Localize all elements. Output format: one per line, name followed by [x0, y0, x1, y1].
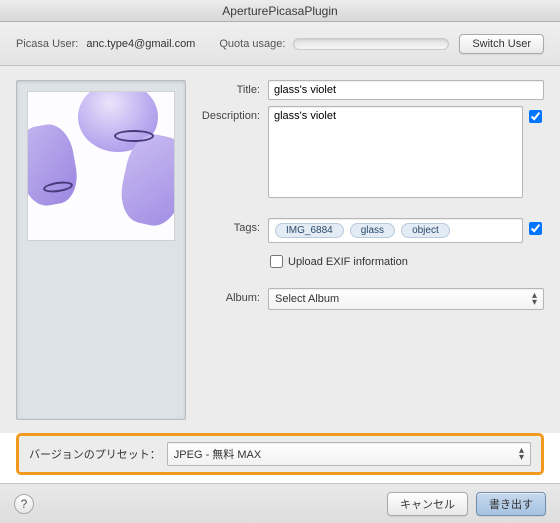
tag-token[interactable]: glass — [350, 223, 395, 238]
album-select[interactable]: Select Album ▴▾ — [268, 288, 544, 310]
album-selected-value: Select Album — [275, 293, 339, 305]
picasa-user-label: Picasa User: — [16, 38, 78, 50]
title-label: Title: — [194, 80, 268, 96]
quota-usage-bar — [293, 38, 449, 50]
version-preset-value: JPEG - 無料 MAX — [174, 446, 261, 462]
album-label: Album: — [194, 288, 268, 304]
title-input[interactable] — [268, 80, 544, 100]
titlebar: AperturePicasaPlugin — [0, 0, 560, 22]
upload-exif-checkbox[interactable] — [270, 255, 283, 268]
quota-usage-label: Quota usage: — [219, 38, 285, 50]
form-column: Title: Description: glass's violet Tags: — [194, 80, 544, 423]
description-label: Description: — [194, 106, 268, 122]
image-preview-list[interactable] — [16, 80, 186, 420]
version-preset-label: バージョンのプリセット： — [29, 446, 161, 462]
help-icon: ? — [21, 497, 28, 511]
tags-apply-checkbox[interactable] — [529, 222, 542, 235]
help-button[interactable]: ? — [14, 494, 34, 514]
tag-token[interactable]: object — [401, 223, 450, 238]
preview-thumbnail[interactable] — [27, 91, 175, 241]
switch-user-button[interactable]: Switch User — [459, 34, 544, 54]
description-apply-checkbox[interactable] — [529, 110, 542, 123]
upload-exif-label: Upload EXIF information — [288, 256, 408, 268]
tag-token[interactable]: IMG_6884 — [275, 223, 344, 238]
tags-label: Tags: — [194, 218, 268, 234]
chevron-up-down-icon: ▴▾ — [532, 292, 537, 306]
content-area: Title: Description: glass's violet Tags: — [0, 66, 560, 433]
version-preset-highlight: バージョンのプリセット： JPEG - 無料 MAX ▴▾ — [16, 433, 544, 475]
picasa-user-email: anc.type4@gmail.com — [86, 38, 195, 50]
export-button[interactable]: 書き出す — [476, 492, 546, 516]
footer-bar: ? キャンセル 書き出す — [0, 483, 560, 523]
tags-input[interactable]: IMG_6884 glass object — [268, 218, 523, 243]
chevron-up-down-icon: ▴▾ — [519, 447, 524, 461]
cancel-button[interactable]: キャンセル — [387, 492, 468, 516]
upload-exif-row[interactable]: Upload EXIF information — [268, 255, 408, 268]
preview-column — [16, 80, 186, 423]
window-title: AperturePicasaPlugin — [222, 4, 337, 18]
version-preset-select[interactable]: JPEG - 無料 MAX ▴▾ — [167, 442, 531, 466]
header-bar: Picasa User: anc.type4@gmail.com Quota u… — [0, 22, 560, 66]
description-textarea[interactable]: glass's violet — [268, 106, 523, 198]
